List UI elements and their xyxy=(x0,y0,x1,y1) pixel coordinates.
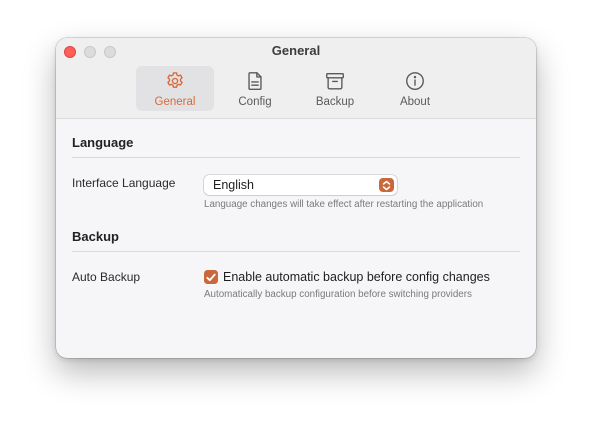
titlebar: General General Config Backup About xyxy=(56,38,536,119)
archive-box-icon xyxy=(326,72,344,90)
checkmark-icon xyxy=(206,273,216,281)
section-divider xyxy=(72,157,520,158)
tab-config-label: Config xyxy=(238,96,272,108)
language-section-title: Language xyxy=(72,135,134,150)
auto-backup-checkbox[interactable] xyxy=(204,270,218,284)
interface-language-label: Interface Language xyxy=(72,176,176,190)
chevron-up-down-icon xyxy=(379,178,394,192)
tab-backup-label: Backup xyxy=(315,96,355,108)
window-title: General xyxy=(271,43,321,58)
tab-general-label: General xyxy=(154,96,196,108)
gear-icon xyxy=(167,72,183,88)
tab-backup[interactable]: Backup xyxy=(296,66,374,111)
interface-language-select[interactable]: English xyxy=(204,175,397,195)
auto-backup-checkbox-label[interactable]: Enable automatic backup before config ch… xyxy=(223,270,490,284)
backup-section-title: Backup xyxy=(72,229,119,244)
auto-backup-label: Auto Backup xyxy=(72,270,141,284)
tab-config[interactable]: Config xyxy=(216,66,294,111)
tab-about-label: About xyxy=(399,96,431,108)
tab-general[interactable]: General xyxy=(136,66,214,111)
tab-about[interactable]: About xyxy=(376,66,454,111)
auto-backup-help: Automatically backup configuration befor… xyxy=(204,289,472,300)
section-divider xyxy=(72,251,520,252)
settings-window: General General Config Backup About Lang… xyxy=(56,38,536,358)
document-icon xyxy=(248,72,262,90)
interface-language-value: English xyxy=(213,178,254,192)
interface-language-help: Language changes will take effect after … xyxy=(204,199,484,210)
info-circle-icon xyxy=(406,72,424,90)
